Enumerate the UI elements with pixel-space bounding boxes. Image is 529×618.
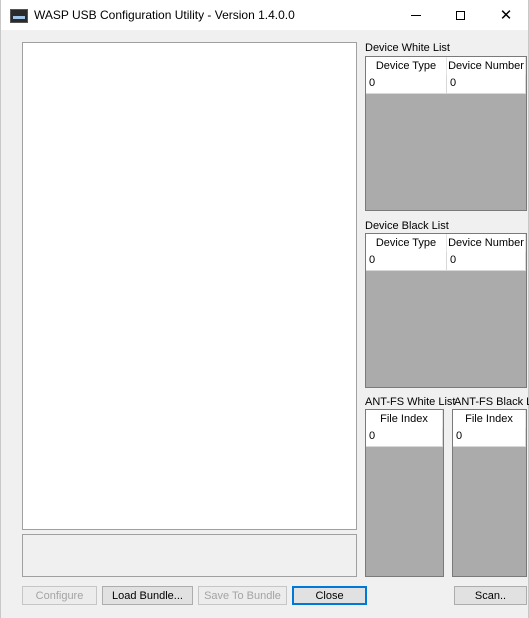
title-bar[interactable]: WASP USB Configuration Utility - Version… bbox=[1, 0, 528, 30]
cell-device-number[interactable]: 0 bbox=[447, 75, 526, 93]
device-white-list-grid[interactable]: Device Type Device Number 0 0 bbox=[365, 56, 527, 211]
cell-device-type[interactable]: 0 bbox=[366, 252, 447, 270]
scan-button[interactable]: Scan.. bbox=[454, 586, 527, 605]
table-row[interactable]: 0 0 bbox=[366, 252, 526, 271]
device-white-list-label: Device White List bbox=[365, 42, 450, 54]
device-white-list-header: Device Type Device Number bbox=[366, 57, 526, 76]
minimize-icon bbox=[411, 14, 421, 16]
column-header-device-type[interactable]: Device Type bbox=[366, 234, 447, 252]
maximize-icon bbox=[455, 10, 465, 20]
table-row[interactable]: 0 0 bbox=[366, 75, 526, 94]
window-title: WASP USB Configuration Utility - Version… bbox=[34, 8, 295, 22]
load-bundle-button[interactable]: Load Bundle... bbox=[102, 586, 193, 605]
cell-file-index[interactable]: 0 bbox=[453, 428, 526, 446]
table-row[interactable]: 0 bbox=[366, 428, 443, 447]
column-header-file-index[interactable]: File Index bbox=[366, 410, 443, 428]
device-black-list-header: Device Type Device Number bbox=[366, 234, 526, 253]
status-box bbox=[22, 534, 357, 577]
app-icon bbox=[10, 9, 28, 23]
device-black-list-grid[interactable]: Device Type Device Number 0 0 bbox=[365, 233, 527, 388]
table-row[interactable]: 0 bbox=[453, 428, 526, 447]
antfs-black-list-label: ANT-FS Black List bbox=[454, 396, 529, 408]
column-header-file-index[interactable]: File Index bbox=[453, 410, 526, 428]
antfs-black-list-grid[interactable]: File Index 0 bbox=[452, 409, 527, 577]
antfs-white-list-label: ANT-FS White List bbox=[365, 396, 456, 408]
close-icon: ✕ bbox=[499, 5, 513, 24]
configure-button[interactable]: Configure bbox=[22, 586, 97, 605]
antfs-white-list-grid[interactable]: File Index 0 bbox=[365, 409, 444, 577]
column-header-device-type[interactable]: Device Type bbox=[366, 57, 447, 75]
bottom-edge bbox=[1, 609, 528, 618]
antfs-black-list-header: File Index bbox=[453, 410, 526, 429]
antfs-white-list-header: File Index bbox=[366, 410, 443, 429]
close-window-button[interactable]: ✕ bbox=[484, 0, 528, 30]
maximize-button[interactable] bbox=[438, 0, 482, 30]
close-button[interactable]: Close bbox=[292, 586, 367, 605]
cell-file-index[interactable]: 0 bbox=[366, 428, 443, 446]
device-black-list-label: Device Black List bbox=[365, 220, 449, 232]
save-to-bundle-button[interactable]: Save To Bundle bbox=[198, 586, 287, 605]
column-header-device-number[interactable]: Device Number bbox=[447, 234, 526, 252]
configuration-list[interactable] bbox=[22, 42, 357, 530]
column-header-device-number[interactable]: Device Number bbox=[447, 57, 526, 75]
minimize-button[interactable] bbox=[394, 0, 438, 30]
cell-device-type[interactable]: 0 bbox=[366, 75, 447, 93]
main-window: WASP USB Configuration Utility - Version… bbox=[0, 0, 529, 618]
cell-device-number[interactable]: 0 bbox=[447, 252, 526, 270]
